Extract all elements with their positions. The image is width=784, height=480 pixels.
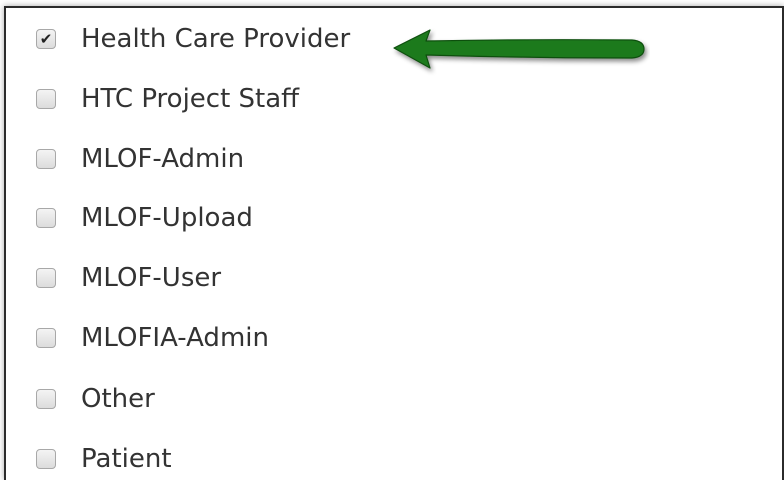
role-label: MLOFIA-Admin bbox=[81, 323, 269, 353]
checkbox-checked[interactable]: ✔ bbox=[36, 29, 56, 49]
role-label: MLOF-Upload bbox=[81, 203, 253, 233]
role-option-mlof-upload[interactable]: MLOF-Upload bbox=[36, 198, 253, 238]
checkbox-unchecked[interactable] bbox=[36, 208, 56, 228]
checkbox-unchecked[interactable] bbox=[36, 89, 56, 109]
role-option-htc-project-staff[interactable]: HTC Project Staff bbox=[36, 79, 299, 119]
role-option-health-care-provider[interactable]: ✔ Health Care Provider bbox=[36, 19, 350, 59]
role-label: MLOF-User bbox=[81, 263, 222, 293]
checkbox-unchecked[interactable] bbox=[36, 328, 56, 348]
role-label: HTC Project Staff bbox=[81, 84, 300, 114]
role-label: Health Care Provider bbox=[81, 24, 351, 54]
role-checkbox-panel: ✔ Health Care Provider HTC Project Staff… bbox=[4, 6, 784, 480]
role-option-patient[interactable]: Patient bbox=[36, 439, 172, 479]
checkbox-unchecked[interactable] bbox=[36, 149, 56, 169]
checkbox-unchecked[interactable] bbox=[36, 449, 56, 469]
role-label: Other bbox=[81, 384, 155, 414]
role-option-mlof-user[interactable]: MLOF-User bbox=[36, 258, 221, 298]
left-arrow-icon bbox=[393, 29, 645, 69]
checkbox-unchecked[interactable] bbox=[36, 268, 56, 288]
checkbox-unchecked[interactable] bbox=[36, 389, 56, 409]
role-option-other[interactable]: Other bbox=[36, 379, 155, 419]
checkmark-icon: ✔ bbox=[39, 29, 53, 48]
role-option-mlofia-admin[interactable]: MLOFIA-Admin bbox=[36, 318, 269, 358]
role-label: Patient bbox=[81, 444, 172, 474]
role-option-mlof-admin[interactable]: MLOF-Admin bbox=[36, 139, 244, 179]
role-label: MLOF-Admin bbox=[81, 144, 245, 174]
